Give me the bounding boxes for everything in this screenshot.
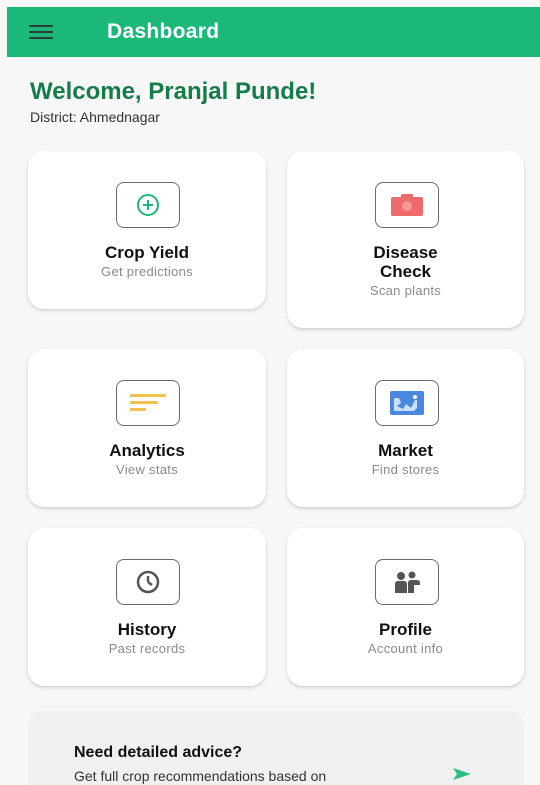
crop-yield-card[interactable]: Crop Yield Get predictions [28,151,266,309]
card-title: Disease Check [373,243,438,281]
advice-banner[interactable]: Need detailed advice? Get full crop reco… [28,711,524,785]
card-subtitle: Scan plants [369,283,442,298]
advice-text: Get full crop recommendations based on [74,768,327,784]
clock-icon [116,559,180,605]
camera-icon [374,182,439,228]
market-card[interactable]: Market Find stores [287,349,524,507]
plus-circle-icon [116,182,180,228]
card-subtitle: View stats [115,462,178,477]
advice-title: Need detailed advice? [74,744,243,761]
disease-check-card[interactable]: Disease Check Scan plants [287,151,524,328]
page-title: Dashboard [107,20,220,43]
profile-card[interactable]: Profile Account info [287,528,524,686]
card-title: Crop Yield [104,243,190,262]
district-label: District: Ahmednagar [30,109,160,125]
bar-lines-icon [116,380,180,426]
people-icon [374,559,439,605]
map-image-icon [374,380,439,426]
card-subtitle: Get predictions [101,264,193,279]
dashboard-screen: Dashboard Welcome, Pranjal Punde! Distri… [0,0,540,785]
card-subtitle: Account info [367,641,444,656]
card-title: Profile [379,620,432,639]
card-title: History [117,620,177,639]
welcome-heading: Welcome, Pranjal Punde! [30,78,317,105]
send-arrow-icon[interactable] [452,767,472,781]
card-subtitle: Find stores [371,462,440,477]
analytics-card[interactable]: Analytics View stats [28,349,266,507]
menu-icon[interactable] [29,16,61,48]
card-title: Market [378,441,433,460]
app-bar: Dashboard [7,7,540,57]
card-subtitle: Past records [108,641,186,656]
history-card[interactable]: History Past records [28,528,266,686]
card-title: Analytics [109,441,185,460]
